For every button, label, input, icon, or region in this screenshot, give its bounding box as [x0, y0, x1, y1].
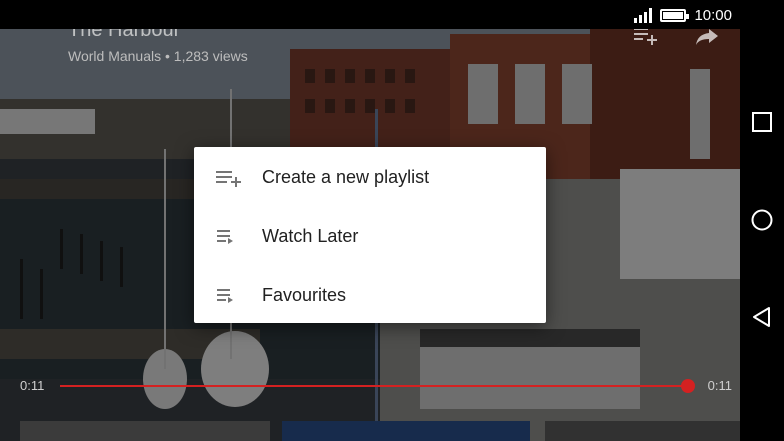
video-actions	[634, 29, 720, 47]
signal-icon	[634, 7, 653, 23]
back-icon[interactable]	[750, 305, 774, 329]
status-icons: 10:00	[634, 6, 732, 24]
current-time: 0:11	[20, 378, 45, 393]
scrubber-handle[interactable]	[681, 379, 695, 393]
add-to-playlist-menu: Create a new playlist Watch Later Favour…	[194, 147, 546, 323]
navigation-bar	[740, 0, 784, 441]
home-icon[interactable]	[750, 208, 774, 232]
playlist-add-icon	[216, 170, 241, 187]
add-to-playlist-icon[interactable]	[634, 29, 660, 47]
share-icon[interactable]	[694, 29, 720, 47]
menu-item-label: Watch Later	[262, 226, 359, 246]
status-bar: 10:00	[0, 0, 784, 29]
menu-item-label: Create a new playlist	[262, 167, 430, 187]
menu-item-watch-later[interactable]: Watch Later	[194, 207, 546, 266]
video-meta: World Manuals • 1,283 views	[68, 48, 248, 64]
progress-fill	[60, 385, 688, 387]
battery-icon	[660, 8, 690, 22]
menu-item-label: Favourites	[262, 285, 347, 305]
status-time: 10:00	[694, 6, 732, 24]
video-title: The Harbour	[68, 29, 181, 41]
recents-icon[interactable]	[750, 110, 774, 134]
playlist-play-icon	[217, 229, 233, 244]
menu-item-favourites[interactable]: Favourites	[194, 266, 546, 325]
menu-item-create-playlist[interactable]: Create a new playlist	[194, 148, 546, 207]
progress-bar[interactable]	[60, 379, 695, 393]
playlist-play-icon	[217, 288, 233, 303]
total-time: 0:11	[707, 378, 732, 393]
